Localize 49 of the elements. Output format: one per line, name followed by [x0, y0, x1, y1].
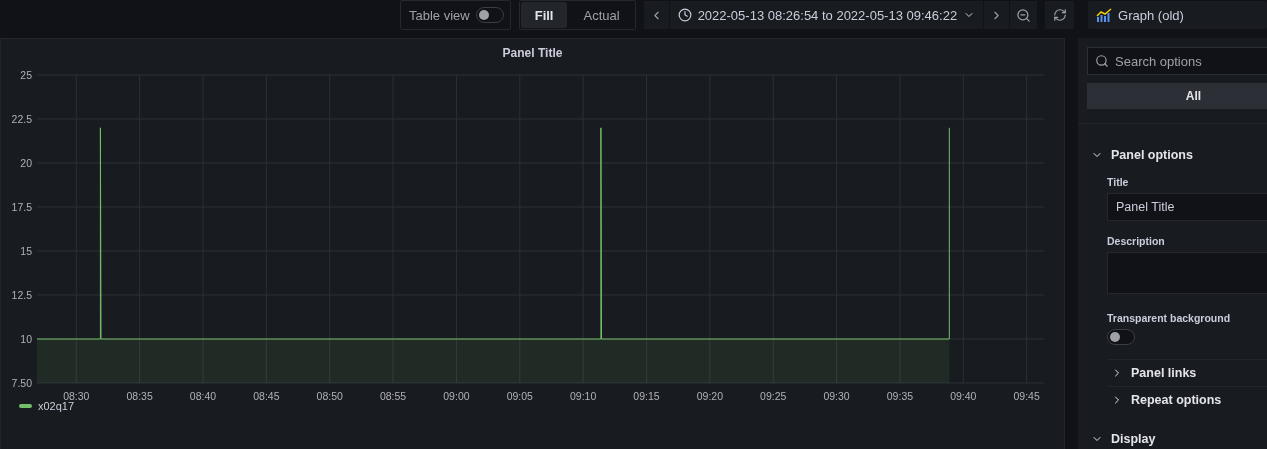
section-header[interactable]: Panel options: [1087, 144, 1267, 166]
y-axis-label: 10: [20, 333, 32, 345]
table-view-label: Table view: [408, 7, 471, 23]
x-axis-label: 09:25: [760, 390, 787, 400]
x-axis-label: 09:40: [950, 390, 977, 400]
y-axis-label: 22.5: [11, 113, 32, 125]
x-axis-label: 08:30: [63, 390, 90, 400]
y-axis-label: 25: [20, 69, 32, 81]
y-axis-label: 20: [20, 157, 32, 169]
title-input[interactable]: Panel Title: [1107, 193, 1267, 221]
legend-label[interactable]: x02q17: [38, 400, 75, 412]
x-axis-label: 09:35: [886, 390, 914, 400]
search-icon: [1095, 54, 1109, 68]
toggle-switch[interactable]: [1107, 329, 1135, 345]
x-axis-label: 09:10: [570, 390, 597, 400]
graph-icon: [1096, 8, 1113, 22]
x-axis-label: 08:55: [379, 390, 407, 400]
field-label: Description: [1107, 235, 1166, 247]
x-axis-label: 09:45: [1013, 390, 1040, 400]
x-axis-label: 09:15: [633, 390, 660, 400]
x-axis-label: 09:30: [823, 390, 850, 400]
table-view-switch[interactable]: [475, 7, 504, 23]
y-axis-label: 17.5: [11, 201, 32, 213]
subsection-header[interactable]: Repeat options: [1107, 386, 1267, 413]
x-axis-label: 09:05: [506, 390, 533, 400]
subsection-header[interactable]: Panel links: [1107, 359, 1267, 386]
all-filter-button[interactable]: All: [1087, 83, 1267, 109]
x-axis-label: 09:20: [696, 390, 723, 400]
x-axis-label: 08:45: [253, 390, 280, 400]
x-axis-label: 09:00: [443, 390, 470, 400]
panel-title: Panel Title: [501, 45, 564, 62]
refresh-icon: [1052, 8, 1067, 22]
refresh-button[interactable]: [1045, 1, 1075, 29]
mode-tab[interactable]: Fill: [520, 2, 568, 28]
y-axis-label: 7.50: [11, 377, 32, 389]
mode-tab[interactable]: Actual: [569, 2, 634, 28]
zoom-out-icon: [1016, 7, 1032, 23]
x-axis-label: 08:40: [189, 390, 217, 400]
field-label: Title: [1107, 176, 1130, 188]
x-axis-label: 08:50: [316, 390, 343, 400]
search-field[interactable]: Search options: [1087, 47, 1267, 75]
section-header[interactable]: Display: [1087, 428, 1267, 449]
y-axis-label: 15: [20, 245, 32, 257]
x-axis-label: 08:35: [126, 390, 153, 400]
visualization-picker[interactable]: Graph (old): [1088, 1, 1267, 29]
legend-swatch: [19, 404, 32, 408]
field-label: Transparent background: [1107, 312, 1232, 324]
clock-icon: [677, 8, 692, 22]
y-axis-label: 12.5: [11, 289, 32, 301]
